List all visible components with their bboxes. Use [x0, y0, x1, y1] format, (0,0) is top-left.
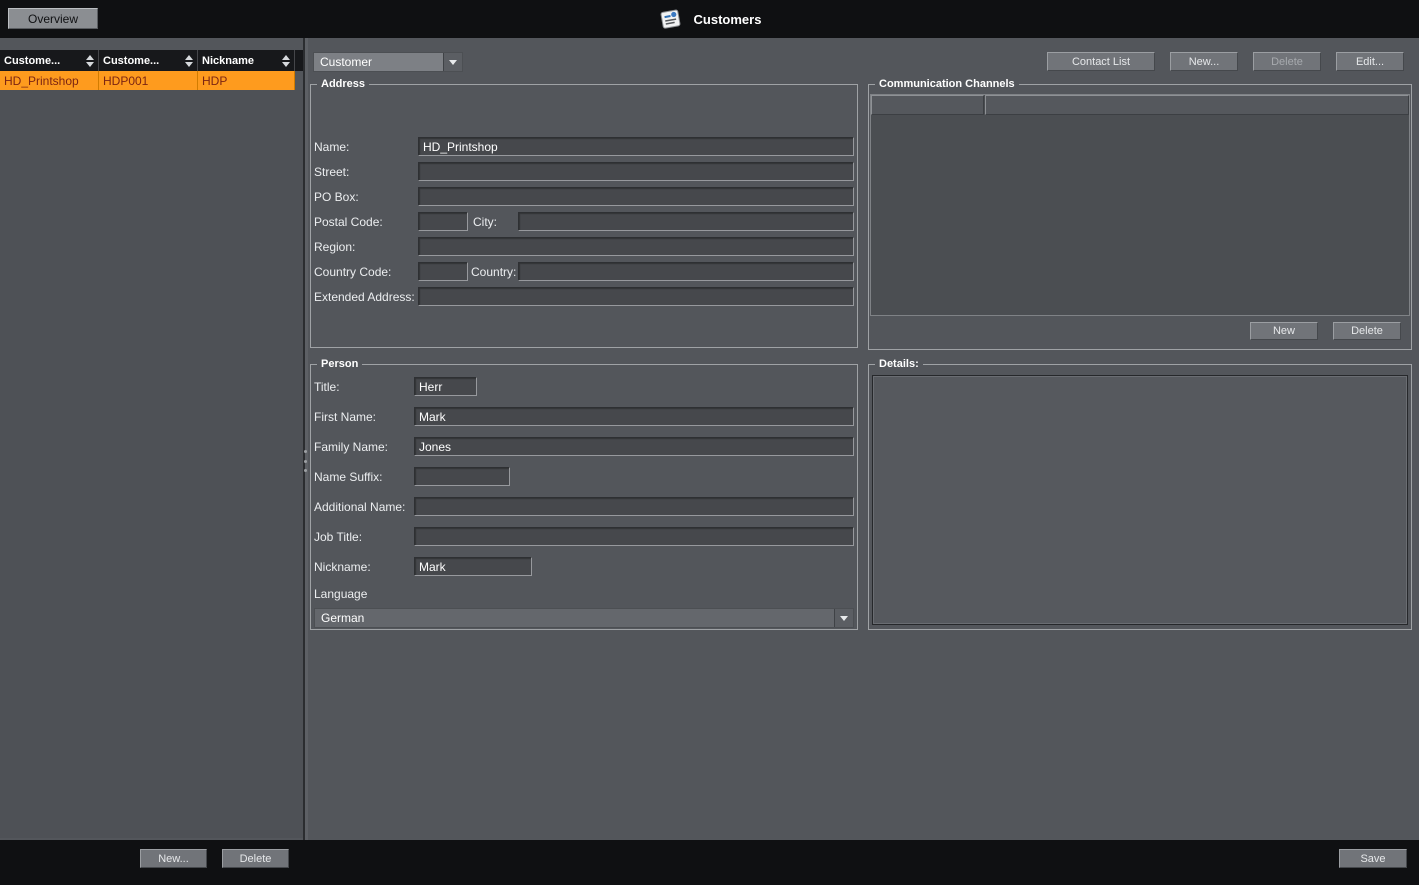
column-header-customer-2[interactable]: Custome... — [99, 50, 198, 71]
customer-delete-button[interactable]: Delete — [1253, 52, 1321, 71]
panel-splitter[interactable] — [303, 38, 308, 840]
sort-arrows-icon[interactable] — [282, 55, 290, 67]
page-title-wrap: Customers — [0, 0, 1419, 38]
family-name-field[interactable] — [414, 437, 854, 456]
country-code-label: Country Code: — [314, 265, 391, 279]
cell-nickname[interactable]: HDP — [198, 71, 295, 90]
channel-type-column-header[interactable] — [871, 95, 984, 115]
column-header-customer-1[interactable]: Custome... — [0, 50, 99, 71]
extended-address-field[interactable] — [418, 287, 854, 306]
country-field[interactable] — [518, 262, 854, 281]
customer-table-header: Custome... Custome... Nickname — [0, 50, 303, 71]
additional-name-field[interactable] — [414, 497, 854, 516]
overview-button[interactable]: Overview — [8, 8, 98, 29]
language-label: Language — [314, 587, 367, 601]
name-field[interactable] — [418, 137, 854, 156]
family-name-label: Family Name: — [314, 440, 388, 454]
po-box-field[interactable] — [418, 187, 854, 206]
person-group: Person Title: First Name: Family Name: N… — [310, 364, 858, 630]
title-label: Title: — [314, 380, 340, 394]
additional-name-label: Additional Name: — [314, 500, 405, 514]
first-name-field[interactable] — [414, 407, 854, 426]
channels-table-header — [871, 95, 1409, 115]
first-name-label: First Name: — [314, 410, 376, 424]
country-code-field[interactable] — [418, 262, 468, 281]
save-button[interactable]: Save — [1339, 849, 1407, 868]
list-new-button[interactable]: New... — [140, 849, 207, 868]
customer-new-button[interactable]: New... — [1170, 52, 1238, 71]
postal-code-label: Postal Code: — [314, 215, 383, 229]
top-bar: Overview Customers — [0, 0, 1419, 38]
sort-arrows-icon[interactable] — [86, 55, 94, 67]
channel-delete-button[interactable]: Delete — [1333, 322, 1401, 340]
nickname-label: Nickname: — [314, 560, 371, 574]
dropdown-selected-value: German — [315, 609, 834, 627]
column-header-label: Custome... — [4, 55, 60, 67]
cell-customer-name[interactable]: HD_Printshop — [0, 71, 99, 90]
language-dropdown[interactable]: German — [314, 608, 854, 628]
title-field[interactable] — [414, 377, 477, 396]
country-label: Country: — [471, 265, 516, 279]
details-group-title: Details: — [875, 357, 923, 372]
channels-table — [870, 94, 1410, 316]
contact-list-button[interactable]: Contact List — [1047, 52, 1155, 71]
details-textarea[interactable] — [872, 375, 1408, 625]
cell-customer-number[interactable]: HDP001 — [99, 71, 198, 90]
details-group: Details: — [868, 364, 1412, 630]
list-delete-button[interactable]: Delete — [222, 849, 289, 868]
column-header-nickname[interactable]: Nickname — [198, 50, 295, 71]
chevron-down-icon[interactable] — [443, 53, 462, 71]
extended-address-label: Extended Address: — [314, 290, 415, 304]
address-group: Address Name: Street: PO Box: Postal Cod… — [310, 84, 858, 348]
page-title: Customers — [694, 12, 762, 27]
city-label: City: — [473, 215, 497, 229]
name-suffix-field[interactable] — [414, 467, 510, 486]
street-label: Street: — [314, 165, 349, 179]
table-header-corner — [295, 50, 303, 71]
po-box-label: PO Box: — [314, 190, 359, 204]
communication-channels-group: Communication Channels New Delete — [868, 84, 1412, 350]
dropdown-selected-value: Customer — [314, 53, 443, 71]
street-field[interactable] — [418, 162, 854, 181]
sort-arrows-icon[interactable] — [185, 55, 193, 67]
channel-new-button[interactable]: New — [1250, 322, 1318, 340]
splitter-grip-icon[interactable] — [302, 448, 309, 474]
table-row-selected[interactable]: HD_Printshop HDP001 HDP — [0, 71, 295, 90]
column-header-label: Custome... — [103, 55, 159, 67]
customer-edit-button[interactable]: Edit... — [1336, 52, 1404, 71]
region-label: Region: — [314, 240, 355, 254]
channel-value-column-header[interactable] — [985, 95, 1409, 115]
person-group-title: Person — [317, 357, 362, 372]
name-label: Name: — [314, 140, 349, 154]
chevron-down-icon[interactable] — [834, 609, 853, 627]
customer-table-body[interactable] — [0, 90, 303, 838]
address-group-title: Address — [317, 77, 369, 92]
bottom-bar: New... Delete Save — [0, 840, 1419, 885]
region-field[interactable] — [418, 237, 854, 256]
customer-view-dropdown[interactable]: Customer — [313, 52, 463, 72]
name-suffix-label: Name Suffix: — [314, 470, 382, 484]
column-header-label: Nickname — [202, 55, 254, 67]
nickname-field[interactable] — [414, 557, 532, 576]
communication-channels-title: Communication Channels — [875, 77, 1019, 92]
job-title-label: Job Title: — [314, 530, 362, 544]
city-field[interactable] — [518, 212, 854, 231]
customers-icon — [658, 6, 684, 33]
postal-code-field[interactable] — [418, 212, 468, 231]
job-title-field[interactable] — [414, 527, 854, 546]
